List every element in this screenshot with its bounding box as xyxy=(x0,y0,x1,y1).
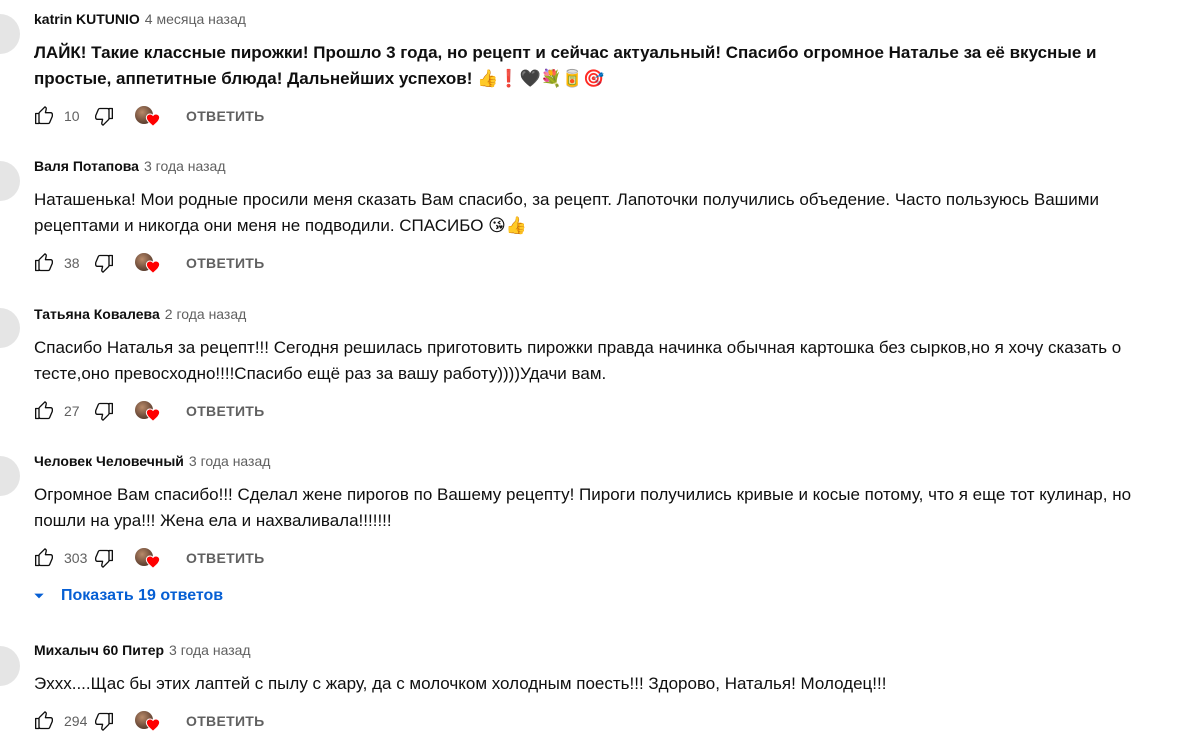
like-icon[interactable] xyxy=(34,253,54,273)
like-count: 303 xyxy=(64,550,88,566)
comment-author[interactable]: katrin KUTUNIO xyxy=(34,11,140,27)
comments-section: katrin KUTUNIO 4 месяца назад ЛАЙК! Таки… xyxy=(0,0,1187,747)
comment-author[interactable]: Татьяна Ковалева xyxy=(34,306,160,322)
like-icon[interactable] xyxy=(34,711,54,731)
comment-text: Наташенька! Мои родные просили меня сказ… xyxy=(34,190,1099,235)
comment-actions: 10 ОТВЕТИТЬ xyxy=(34,104,265,128)
avatar[interactable] xyxy=(0,161,20,201)
show-replies-button[interactable]: Показать 19 ответов xyxy=(32,583,223,609)
comment-thread: Человек Человечный 3 года назад Огромное… xyxy=(34,453,1174,534)
like-count: 10 xyxy=(64,108,80,124)
comment-thread: katrin KUTUNIO 4 месяца назад ЛАЙК! Таки… xyxy=(34,11,1174,92)
heart-icon xyxy=(145,408,161,422)
heart-icon xyxy=(145,260,161,274)
like-count: 294 xyxy=(64,713,88,729)
comment-text: Огромное Вам спасибо!!! Сделал жене пиро… xyxy=(34,485,1132,530)
dislike-icon[interactable] xyxy=(94,253,114,273)
comment-thread: Михалыч 60 Питер 3 года назад Эххх....Ща… xyxy=(34,642,1174,697)
creator-heart xyxy=(135,104,161,128)
comment-header: Михалыч 60 Питер 3 года назад xyxy=(34,642,1174,662)
comment-thread: Валя Потапова 3 года назад Наташенька! М… xyxy=(34,158,1174,239)
dislike-icon[interactable] xyxy=(94,401,114,421)
comment-time[interactable]: 3 года назад xyxy=(144,158,226,174)
comment-time[interactable]: 3 года назад xyxy=(189,453,271,469)
comment-header: Человек Человечный 3 года назад xyxy=(34,453,1174,473)
avatar[interactable] xyxy=(0,456,20,496)
comment-time[interactable]: 4 месяца назад xyxy=(145,11,246,27)
comment-header: Валя Потапова 3 года назад xyxy=(34,158,1174,178)
dislike-icon[interactable] xyxy=(94,106,114,126)
heart-icon xyxy=(145,555,161,569)
creator-heart xyxy=(135,399,161,423)
avatar[interactable] xyxy=(0,308,20,348)
comment-author[interactable]: Михалыч 60 Питер xyxy=(34,642,164,658)
reply-button[interactable]: ОТВЕТИТЬ xyxy=(186,550,265,566)
show-replies-label: Показать 19 ответов xyxy=(61,587,224,604)
comment-thread: Татьяна Ковалева 2 года назад Спасибо На… xyxy=(34,306,1174,387)
comment-header: Татьяна Ковалева 2 года назад xyxy=(34,306,1174,326)
reply-button[interactable]: ОТВЕТИТЬ xyxy=(186,108,265,124)
like-count: 27 xyxy=(64,403,80,419)
dislike-icon[interactable] xyxy=(94,548,114,568)
avatar[interactable] xyxy=(0,14,20,54)
reply-button[interactable]: ОТВЕТИТЬ xyxy=(186,255,265,271)
like-icon[interactable] xyxy=(34,401,54,421)
heart-icon xyxy=(145,113,161,127)
comment-header: katrin KUTUNIO 4 месяца назад xyxy=(34,11,1174,31)
comment-text: Спасибо Наталья за рецепт!!! Сегодня реш… xyxy=(34,338,1122,383)
dislike-icon[interactable] xyxy=(94,711,114,731)
comment-actions: 27 ОТВЕТИТЬ xyxy=(34,399,265,423)
creator-heart xyxy=(135,546,161,570)
creator-heart xyxy=(135,709,161,733)
creator-heart xyxy=(135,251,161,275)
comment-time[interactable]: 2 года назад xyxy=(165,306,247,322)
avatar[interactable] xyxy=(0,646,20,686)
comment-text: ЛАЙК! Такие классные пирожки! Прошло 3 г… xyxy=(34,43,1097,88)
comment-actions: 38 ОТВЕТИТЬ xyxy=(34,251,265,275)
comment-time[interactable]: 3 года назад xyxy=(169,642,251,658)
like-count: 38 xyxy=(64,255,80,271)
reply-button[interactable]: ОТВЕТИТЬ xyxy=(186,403,265,419)
comment-author[interactable]: Человек Человечный xyxy=(34,453,184,469)
comment-author[interactable]: Валя Потапова xyxy=(34,158,139,174)
comment-actions: 303 ОТВЕТИТЬ xyxy=(34,546,265,570)
like-icon[interactable] xyxy=(34,548,54,568)
heart-icon xyxy=(145,718,161,732)
caret-down-icon xyxy=(34,593,44,599)
reply-button[interactable]: ОТВЕТИТЬ xyxy=(186,713,265,729)
like-icon[interactable] xyxy=(34,106,54,126)
comment-text: Эххх....Щас бы этих лаптей с пылу с жару… xyxy=(34,674,887,693)
comment-actions: 294 ОТВЕТИТЬ xyxy=(34,709,265,733)
